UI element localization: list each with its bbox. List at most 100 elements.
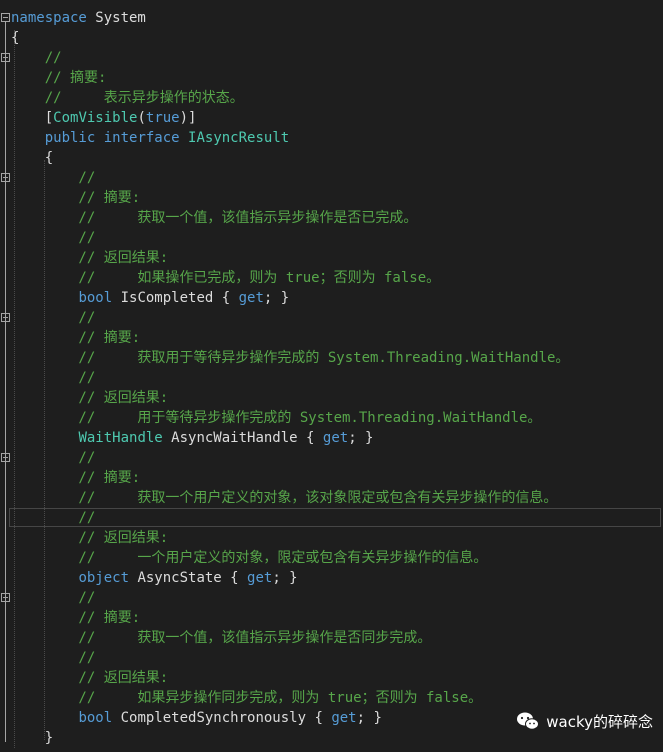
code-token: // 摘要: [11, 610, 141, 626]
code-line[interactable]: // 返回结果: [0, 248, 663, 268]
code-line[interactable]: // 一个用户定义的对象，限定或包含有关异步操作的信息。 [0, 548, 663, 568]
code-line-text: // 用于等待异步操作完成的 System.Threading.WaitHand… [11, 408, 541, 428]
watermark-text: wacky的碎碎念 [546, 712, 653, 731]
code-line[interactable]: public interface IAsyncResult [0, 128, 663, 148]
code-token: // 表示异步操作的状态。 [11, 90, 244, 106]
code-line[interactable]: bool IsCompleted { get; } [0, 288, 663, 308]
code-line[interactable]: // [0, 648, 663, 668]
code-line[interactable]: // [0, 228, 663, 248]
code-token: // [11, 170, 96, 186]
code-line-text: // 获取一个值，该值指示异步操作是否同步完成。 [11, 628, 431, 648]
code-token: { [11, 30, 20, 46]
code-line[interactable]: // [0, 308, 663, 328]
code-token: // [11, 510, 96, 526]
code-line-text: } [11, 728, 53, 748]
code-line-text: // 摘要: [11, 608, 140, 628]
code-line[interactable]: // 摘要: [0, 608, 663, 628]
code-line[interactable]: // 摘要: [0, 468, 663, 488]
code-line[interactable]: // 摘要: [0, 68, 663, 88]
code-line[interactable]: // 获取一个值，该值指示异步操作是否已完成。 [0, 208, 663, 228]
wechat-icon [517, 712, 540, 730]
code-line-text: // 返回结果: [11, 388, 168, 408]
code-line[interactable]: [ComVisible(true)] [0, 108, 663, 128]
code-token: AsyncState { [129, 570, 248, 586]
code-token: get [247, 570, 273, 586]
code-line-text: // [11, 168, 95, 188]
code-token: // 摘要: [11, 70, 107, 86]
code-token: ; } [272, 570, 298, 586]
code-line[interactable]: // [0, 48, 663, 68]
code-token: get [331, 710, 357, 726]
code-token: bool [78, 710, 113, 726]
code-token: ( [137, 110, 146, 126]
code-line[interactable]: // [0, 168, 663, 188]
code-token: AsyncWaitHandle { [162, 430, 323, 446]
code-token: // 返回结果: [11, 250, 169, 266]
code-line[interactable]: namespace System [0, 8, 663, 28]
code-token: ; } [356, 710, 382, 726]
code-token: public [44, 130, 96, 146]
code-token: // [11, 230, 96, 246]
code-line[interactable]: // 获取一个用户定义的对象，该对象限定或包含有关异步操作的信息。 [0, 488, 663, 508]
code-line[interactable]: // [0, 448, 663, 468]
code-line-text: // 返回结果: [11, 248, 168, 268]
code-line-text: // [11, 228, 95, 248]
code-line[interactable]: // 获取用于等待异步操作完成的 System.Threading.WaitHa… [0, 348, 663, 368]
code-line[interactable]: { [0, 28, 663, 48]
code-line-text: object AsyncState { get; } [11, 568, 298, 588]
code-token: // 如果异步操作同步完成，则为 true；否则为 false。 [11, 690, 483, 706]
code-token: } [11, 730, 54, 746]
code-token: ComVisible [53, 110, 138, 126]
code-token: // 获取一个值，该值指示异步操作是否同步完成。 [11, 630, 432, 646]
code-token: // [11, 650, 96, 666]
code-line[interactable]: // 如果异步操作同步完成，则为 true；否则为 false。 [0, 688, 663, 708]
code-line[interactable]: // 用于等待异步操作完成的 System.Threading.WaitHand… [0, 408, 663, 428]
code-line[interactable]: // 摘要: [0, 328, 663, 348]
code-token: // 获取一个用户定义的对象，该对象限定或包含有关异步操作的信息。 [11, 490, 558, 506]
code-token: // 返回结果: [11, 670, 169, 686]
code-token: // 摘要: [11, 470, 141, 486]
code-token: true [145, 110, 180, 126]
code-line[interactable]: object AsyncState { get; } [0, 568, 663, 588]
code-line[interactable]: WaitHandle AsyncWaitHandle { get; } [0, 428, 663, 448]
code-token: // [11, 370, 96, 386]
code-line[interactable]: // [0, 508, 663, 528]
code-token: // 获取用于等待异步操作完成的 System.Threading.WaitHa… [11, 350, 570, 366]
code-line-text: // [11, 648, 95, 668]
code-line[interactable]: // 返回结果: [0, 388, 663, 408]
code-line-text: // 摘要: [11, 188, 140, 208]
code-line[interactable]: // 获取一个值，该值指示异步操作是否同步完成。 [0, 628, 663, 648]
code-token: ; } [348, 430, 374, 446]
code-editor[interactable]: namespace System { // // 摘要: // 表示异步操作的状态… [0, 0, 663, 752]
code-line[interactable]: // 返回结果: [0, 668, 663, 688]
code-token: // 用于等待异步操作完成的 System.Threading.WaitHand… [11, 410, 542, 426]
code-line[interactable]: // 摘要: [0, 188, 663, 208]
code-token: [ [11, 110, 54, 126]
code-line[interactable]: // [0, 368, 663, 388]
code-line-text: // 获取一个值，该值指示异步操作是否已完成。 [11, 208, 417, 228]
code-line-text: namespace System [11, 8, 146, 28]
code-token: System [86, 10, 146, 26]
code-line[interactable]: // [0, 588, 663, 608]
code-line-text: // [11, 48, 62, 68]
code-line[interactable]: // 表示异步操作的状态。 [0, 88, 663, 108]
code-line-text: // [11, 508, 95, 528]
code-line-text: WaitHandle AsyncWaitHandle { get; } [11, 428, 373, 448]
code-line-text: public interface IAsyncResult [11, 128, 289, 148]
code-line-text: // 摘要: [11, 468, 140, 488]
code-line-text: // [11, 588, 95, 608]
code-line[interactable]: // 返回结果: [0, 528, 663, 548]
code-token: object [78, 570, 130, 586]
code-line[interactable]: { [0, 148, 663, 168]
code-line-text: // 一个用户定义的对象，限定或包含有关异步操作的信息。 [11, 548, 487, 568]
code-line-text: bool CompletedSynchronously { get; } [11, 708, 382, 728]
code-token: // 一个用户定义的对象，限定或包含有关异步操作的信息。 [11, 550, 488, 566]
code-token: // 摘要: [11, 330, 141, 346]
code-line[interactable]: // 如果操作已完成，则为 true；否则为 false。 [0, 268, 663, 288]
code-line-text: // 摘要: [11, 328, 140, 348]
code-line-text: // 获取用于等待异步操作完成的 System.Threading.WaitHa… [11, 348, 569, 368]
